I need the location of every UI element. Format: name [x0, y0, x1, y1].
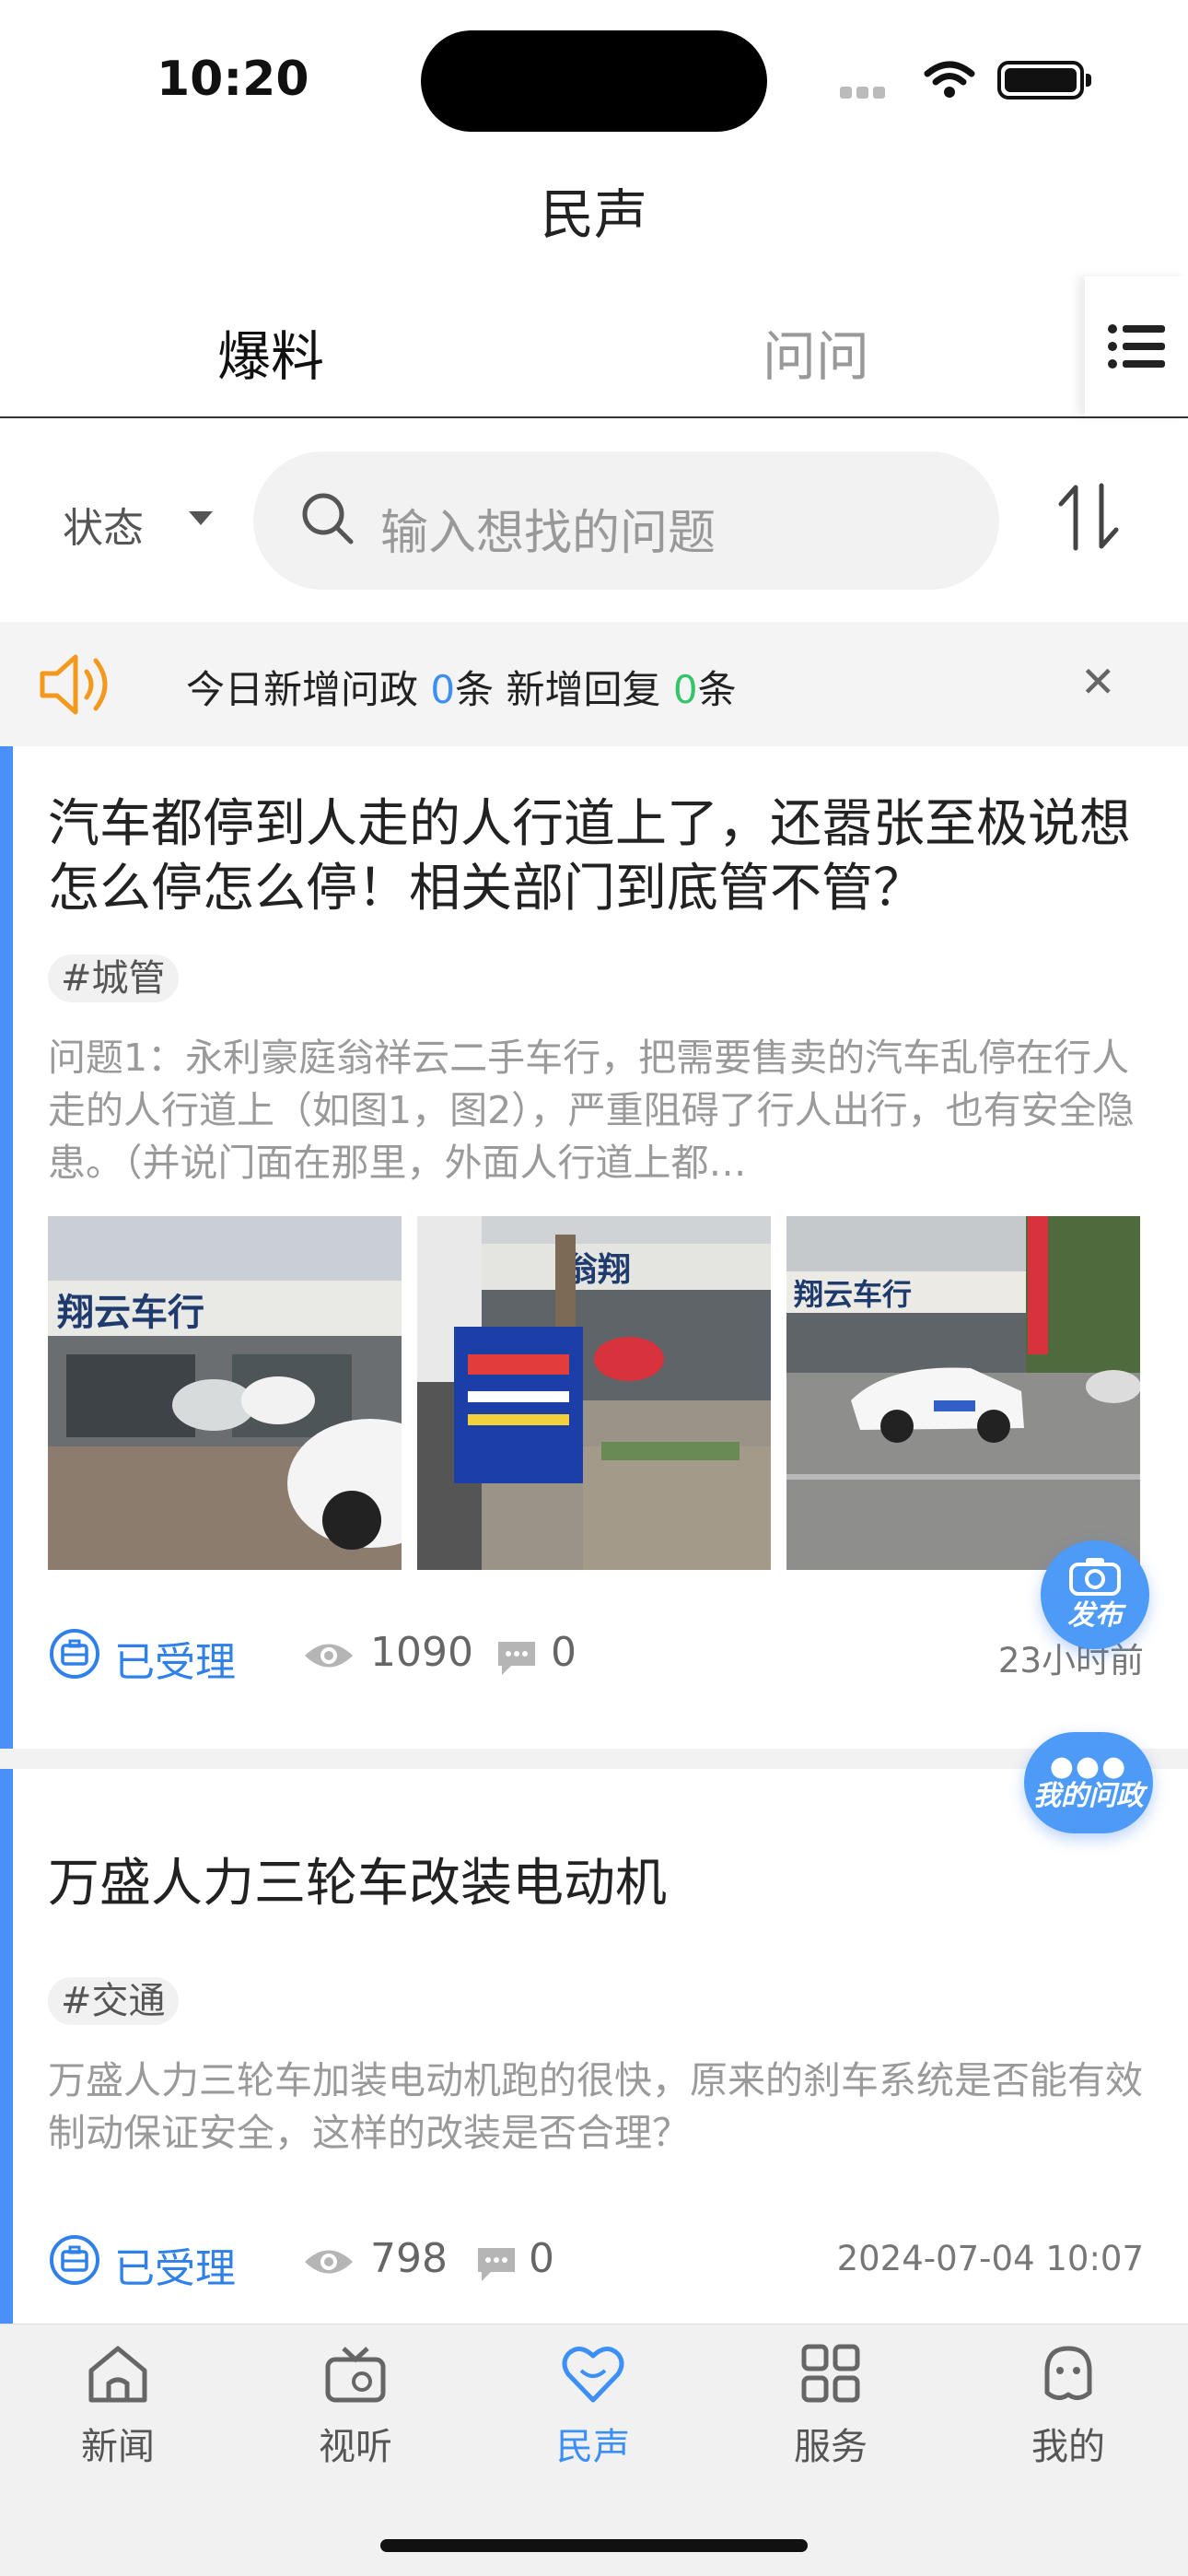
filter-row: 状态 输入想找的问题: [0, 419, 1188, 622]
post-title[interactable]: 万盛人力三轮车改装电动机: [48, 1852, 1153, 1916]
notice-bar: 今日新增问政 0条 新增回复 0条 ✕: [0, 622, 1188, 746]
home-icon: [88, 2346, 147, 2403]
home-indicator[interactable]: [380, 2539, 808, 2552]
post-description: 问题1：永利豪庭翁祥云二手车行，把需要售卖的汽车乱停在行人走的人行道上（如图1，…: [48, 1036, 1135, 1185]
heart-icon: [562, 2347, 624, 2403]
comments-count: 0: [551, 1629, 577, 1676]
my-questions-button[interactable]: ●●● 我的问政: [1024, 1732, 1153, 1833]
search-input[interactable]: 输入想找的问题: [253, 451, 999, 590]
post-photo-1[interactable]: 翔云车行: [48, 1216, 402, 1570]
notice-prefix: 今日新增问政: [186, 667, 419, 712]
bottom-nav: 新闻 视听 民声 服务 我的: [0, 2324, 1188, 2576]
comments-count: 0: [529, 2235, 554, 2282]
notice-suffix: 条: [697, 667, 737, 712]
grid-icon: [801, 2344, 860, 2403]
new-replies-count: 0: [672, 667, 698, 712]
svg-text:翔云车行: 翔云车行: [57, 1292, 204, 1334]
status-time: 10:20: [157, 52, 309, 107]
status-bar: 10:20: [0, 0, 1188, 157]
nav-label: 民声: [556, 2426, 630, 2468]
search-placeholder: 输入想找的问题: [380, 506, 716, 561]
post-description: 万盛人力三轮车加装电动机跑的很快，原来的刹车系统是否能有效制动保证安全，这样的改…: [48, 2058, 1143, 2155]
post-status: 已受理: [114, 2245, 236, 2292]
page-title: 民声: [540, 183, 647, 246]
card-accent-bar: [0, 1769, 13, 2324]
publish-button[interactable]: 发布: [1041, 1540, 1149, 1649]
cellular-signal-icon: [840, 85, 904, 99]
nav-item-mine[interactable]: 我的: [995, 2343, 1142, 2470]
post-status: 已受理: [114, 1639, 236, 1686]
post-meta-row: 已受理 1090 0 23小时前: [48, 1623, 1144, 1688]
views-eye-icon: [305, 1644, 353, 1668]
post-meta-row: 已受理 798 0 2024-07-04 10:07: [48, 2230, 1144, 2294]
new-questions-count: 0: [430, 667, 456, 712]
menu-list-button[interactable]: [1085, 276, 1188, 416]
svg-text:翔云车行: 翔云车行: [794, 1277, 912, 1312]
nav-label: 新闻: [81, 2426, 155, 2468]
tv-icon: [325, 2347, 386, 2403]
accepted-status-icon: [50, 1629, 99, 1679]
accepted-status-icon: [50, 2235, 99, 2285]
caret-down-icon: [189, 511, 213, 525]
views-eye-icon: [305, 2250, 353, 2274]
nav-label: 服务: [794, 2426, 868, 2468]
status-filter-dropdown[interactable]: 状态: [63, 495, 144, 554]
comment-icon: [478, 2248, 515, 2281]
views-count: 1090: [370, 1629, 473, 1676]
nav-item-news[interactable]: 新闻: [44, 2343, 192, 2470]
tab-baoliao[interactable]: 爆料: [217, 313, 324, 391]
nav-item-services[interactable]: 服务: [757, 2343, 904, 2470]
tab-wenwen[interactable]: 问问: [763, 313, 869, 391]
user-face-icon: [1044, 2346, 1092, 2400]
battery-icon: [997, 61, 1091, 100]
card-accent-bar: [0, 746, 13, 1749]
nav-item-minsheng[interactable]: 民声: [519, 2343, 667, 2470]
chat-bubble-icon: ●●●: [1049, 1751, 1128, 1783]
nav-label: 视听: [319, 2426, 392, 2468]
sort-icon[interactable]: [1057, 482, 1120, 552]
list-icon: [1108, 324, 1165, 369]
close-icon[interactable]: ✕: [1080, 657, 1116, 707]
speaker-icon: [40, 654, 108, 715]
post-photo-2[interactable]: 翁翔: [417, 1216, 771, 1570]
nav-item-media[interactable]: 视听: [282, 2343, 429, 2470]
tab-bar: 爆料 问问: [0, 276, 1188, 418]
post-tag[interactable]: #城管: [48, 954, 179, 1002]
post-card[interactable]: 万盛人力三轮车改装电动机 #交通 万盛人力三轮车加装电动机跑的很快，原来的刹车系…: [0, 1769, 1188, 2324]
post-tag[interactable]: #交通: [48, 1977, 179, 2025]
post-time: 2024-07-04 10:07: [836, 2239, 1144, 2278]
post-card[interactable]: 汽车都停到人走的人行道上了，还嚣张至极说想怎么停怎么停！相关部门到底管不管？ #…: [0, 746, 1188, 1749]
post-title[interactable]: 汽车都停到人走的人行道上了，还嚣张至极说想怎么停怎么停！相关部门到底管不管？: [48, 792, 1153, 921]
camera-icon: [1069, 1558, 1121, 1596]
card-separator: [0, 1749, 1188, 1769]
notice-text: 今日新增问政 0条 新增回复 0条: [186, 659, 737, 715]
views-count: 798: [370, 2235, 448, 2282]
comment-icon: [498, 1642, 535, 1675]
nav-label: 我的: [1031, 2426, 1105, 2468]
notice-mid: 条 新增回复: [455, 667, 661, 712]
dynamic-island: [421, 30, 767, 132]
post-photo-3[interactable]: 翔云车行: [786, 1216, 1140, 1570]
wifi-icon: [924, 61, 975, 98]
publish-label: 发布: [1067, 1599, 1123, 1632]
search-icon: [302, 493, 354, 544]
